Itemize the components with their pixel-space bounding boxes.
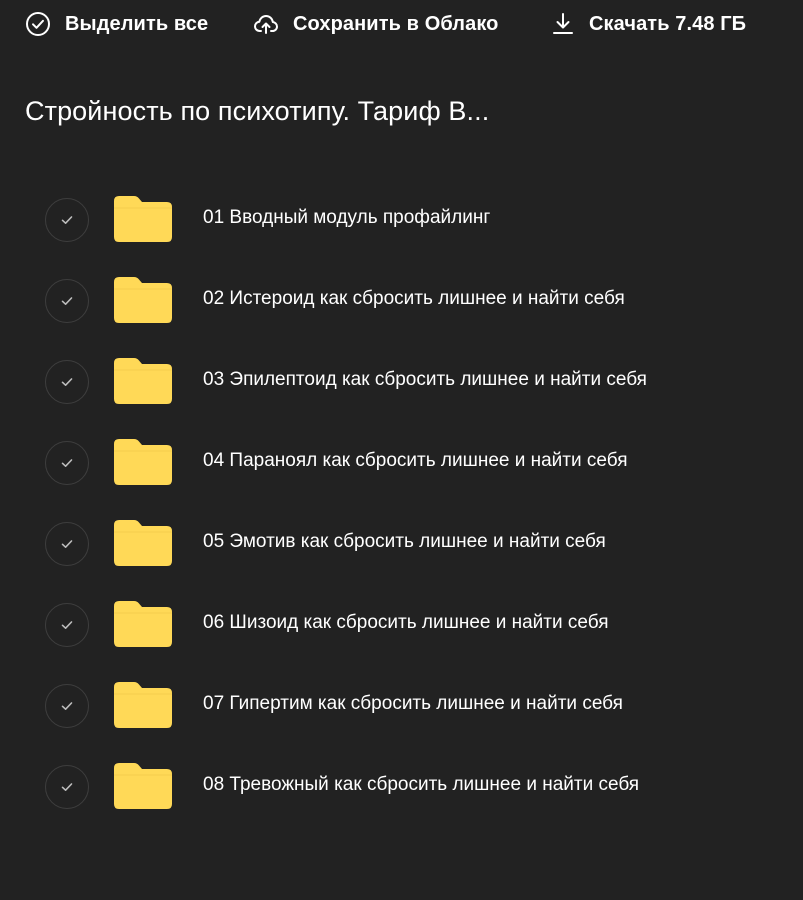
save-to-cloud-button[interactable]: Сохранить в Облако	[253, 11, 499, 37]
select-all-label: Выделить все	[65, 12, 209, 35]
folder-icon	[114, 520, 172, 566]
check-icon	[61, 540, 73, 548]
list-item-label: 05 Эмотив как сбросить лишнее и найти се…	[203, 531, 606, 552]
row-select-checkbox[interactable]	[45, 765, 89, 809]
download-label: Скачать 7.48 ГБ	[589, 12, 747, 35]
check-icon	[61, 783, 73, 791]
cloud-upload-icon	[253, 11, 279, 37]
folder-icon	[114, 277, 172, 323]
row-select-checkbox[interactable]	[45, 684, 89, 728]
folder-icon	[114, 196, 172, 242]
folder-icon	[114, 601, 172, 647]
list-item-label: 06 Шизоид как сбросить лишнее и найти се…	[203, 612, 609, 633]
list-item[interactable]: 06 Шизоид как сбросить лишнее и найти се…	[0, 585, 803, 666]
check-icon	[61, 216, 73, 224]
save-to-cloud-label: Сохранить в Облако	[293, 12, 499, 35]
row-select-checkbox[interactable]	[45, 441, 89, 485]
list-item[interactable]: 03 Эпилептоид как сбросить лишнее и найт…	[0, 342, 803, 423]
folder-icon	[114, 682, 172, 728]
folder-icon	[114, 439, 172, 485]
row-select-checkbox[interactable]	[45, 360, 89, 404]
check-icon	[61, 378, 73, 386]
check-circle-icon	[25, 11, 51, 37]
list-item-label: 07 Гипертим как сбросить лишнее и найти …	[203, 693, 623, 714]
list-item-label: 01 Вводный модуль профайлинг	[203, 207, 491, 228]
download-button[interactable]: Скачать 7.48 ГБ	[551, 11, 746, 37]
row-select-checkbox[interactable]	[45, 522, 89, 566]
check-icon	[61, 297, 73, 305]
toolbar: Выделить все Сохранить в Облако Скачать …	[0, 0, 803, 48]
folder-icon	[114, 358, 172, 404]
file-share-page: Выделить все Сохранить в Облако Скачать …	[0, 0, 803, 900]
folder-title: Стройность по психотипу. Тариф В...	[25, 96, 490, 126]
row-select-checkbox[interactable]	[45, 198, 89, 242]
list-item[interactable]: 01 Вводный модуль профайлинг	[0, 180, 803, 261]
check-icon	[61, 621, 73, 629]
list-item[interactable]: 08 Тревожный как сбросить лишнее и найти…	[0, 747, 803, 828]
list-item-label: 04 Параноял как сбросить лишнее и найти …	[203, 450, 628, 471]
check-icon	[61, 459, 73, 467]
row-select-checkbox[interactable]	[45, 279, 89, 323]
select-all-button[interactable]: Выделить все	[25, 11, 208, 37]
list-item[interactable]: 05 Эмотив как сбросить лишнее и найти се…	[0, 504, 803, 585]
list-item[interactable]: 04 Параноял как сбросить лишнее и найти …	[0, 423, 803, 504]
list-item-label: 08 Тревожный как сбросить лишнее и найти…	[203, 774, 640, 795]
check-icon	[61, 702, 73, 710]
row-select-checkbox[interactable]	[45, 603, 89, 647]
list-item-label: 02 Истероид как сбросить лишнее и найти …	[203, 288, 625, 309]
folder-icon	[114, 763, 172, 809]
list-item[interactable]: 07 Гипертим как сбросить лишнее и найти …	[0, 666, 803, 747]
list-item[interactable]: 02 Истероид как сбросить лишнее и найти …	[0, 261, 803, 342]
download-icon	[551, 11, 575, 37]
list-item-label: 03 Эпилептоид как сбросить лишнее и найт…	[203, 369, 647, 390]
